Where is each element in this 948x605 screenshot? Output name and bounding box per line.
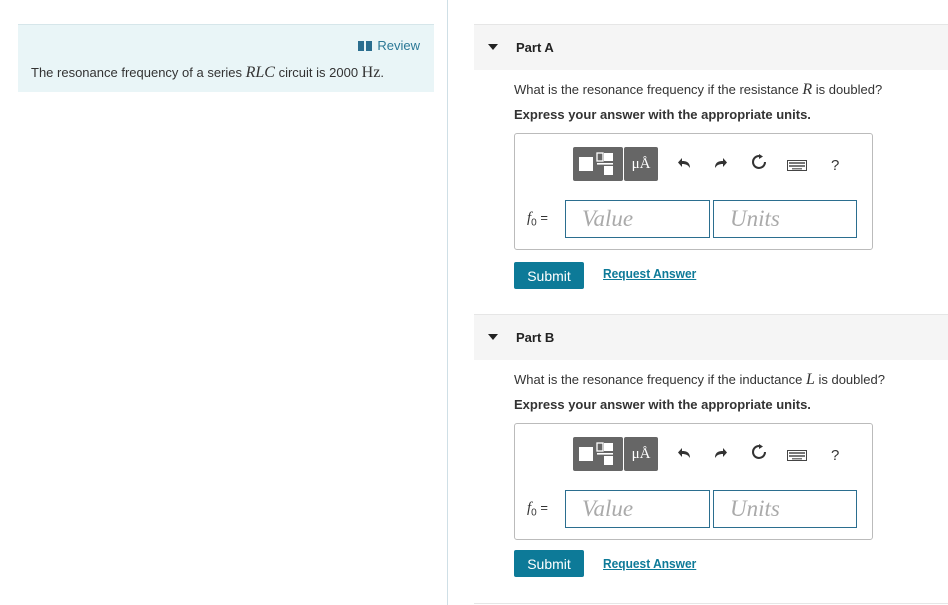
part-b-request-answer-link[interactable]: Request Answer (603, 556, 696, 571)
intro-variable: RLC (245, 64, 275, 81)
templates-button[interactable] (573, 147, 623, 181)
book-icon (358, 40, 373, 51)
templates-icon (579, 152, 613, 175)
value-input[interactable] (565, 490, 710, 528)
intro-text-after: . (380, 65, 384, 80)
question-variable: R (802, 81, 813, 98)
help-icon[interactable]: ? (831, 157, 839, 174)
redo-icon[interactable] (713, 156, 727, 174)
help-icon[interactable]: ? (831, 447, 839, 464)
part-b-answer-box: μÅ ? f0 = (514, 423, 873, 540)
collapse-caret-icon[interactable] (488, 44, 498, 50)
intro-unit: Hz (361, 64, 381, 81)
f0-label: f0 = (527, 500, 548, 519)
problem-statement: The resonance frequency of a series RLC … (31, 64, 384, 82)
question-text-before: What is the resonance frequency if the r… (514, 82, 803, 97)
question-text-after: is doubled? (814, 372, 885, 387)
mu-angstrom-button[interactable]: μÅ (624, 147, 658, 181)
undo-icon[interactable] (678, 446, 692, 464)
part-a-request-answer-link[interactable]: Request Answer (603, 266, 696, 281)
part-a-question: What is the resonance frequency if the r… (514, 81, 882, 99)
templates-icon (579, 442, 613, 465)
part-b-question: What is the resonance frequency if the i… (514, 371, 885, 389)
mu-angstrom-icon: μÅ (631, 445, 651, 462)
part-a-submit-button[interactable]: Submit (514, 262, 584, 289)
part-a-answer-box: μÅ ? f0 = (514, 133, 873, 250)
part-a-header[interactable]: Part A (474, 24, 948, 70)
question-text-after: is doubled? (812, 82, 883, 97)
reset-icon[interactable] (751, 444, 767, 465)
part-b-instruction: Express your answer with the appropriate… (514, 397, 811, 412)
mu-angstrom-icon: μÅ (631, 155, 651, 172)
bottom-divider (474, 603, 948, 604)
part-a-instruction: Express your answer with the appropriate… (514, 107, 811, 122)
intro-text-before: The resonance frequency of a series (31, 65, 246, 80)
review-link[interactable]: Review (358, 38, 420, 53)
reset-icon[interactable] (751, 154, 767, 175)
problem-intro-panel: Review The resonance frequency of a seri… (18, 24, 434, 92)
collapse-caret-icon[interactable] (488, 334, 498, 340)
f0-equals: = (536, 500, 548, 515)
undo-icon[interactable] (678, 156, 692, 174)
part-a-title: Part A (516, 40, 554, 55)
column-divider (447, 0, 448, 605)
units-input[interactable] (713, 490, 857, 528)
redo-icon[interactable] (713, 446, 727, 464)
keyboard-icon[interactable] (787, 448, 807, 466)
f0-equals: = (536, 210, 548, 225)
value-input[interactable] (565, 200, 710, 238)
part-b-title: Part B (516, 330, 555, 345)
templates-button[interactable] (573, 437, 623, 471)
question-variable: L (805, 371, 815, 388)
review-label: Review (377, 38, 420, 53)
f0-label: f0 = (527, 210, 548, 229)
question-text-before: What is the resonance frequency if the i… (514, 372, 806, 387)
part-b-submit-button[interactable]: Submit (514, 550, 584, 577)
units-input[interactable] (713, 200, 857, 238)
keyboard-icon[interactable] (787, 158, 807, 176)
intro-text-middle: circuit is 2000 (274, 65, 362, 80)
mu-angstrom-button[interactable]: μÅ (624, 437, 658, 471)
part-b-header[interactable]: Part B (474, 314, 948, 360)
